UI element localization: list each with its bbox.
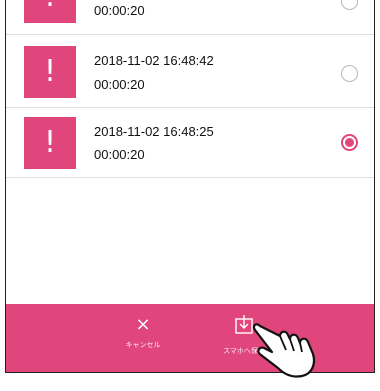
item-datetime: 2018-11-02 16:48:25	[94, 124, 214, 139]
item-duration: 00:00:20	[94, 77, 145, 92]
item-duration: 00:00:20	[94, 147, 145, 162]
select-radio[interactable]	[341, 0, 358, 10]
cancel-button[interactable]: × キャンセル	[111, 314, 175, 350]
list-item[interactable]: ! 2018-11-02 16:48:25 00:00:20	[6, 108, 374, 178]
alert-thumbnail-icon: !	[24, 117, 76, 169]
alert-thumbnail-icon: !	[24, 0, 76, 23]
select-radio[interactable]	[341, 65, 358, 82]
tap-hand-icon	[250, 318, 320, 391]
list-item[interactable]: ! 00:00:20	[6, 0, 374, 35]
item-duration: 00:00:20	[94, 3, 145, 18]
list-item[interactable]: ! 2018-11-02 16:48:42 00:00:20	[6, 36, 374, 108]
select-radio-selected[interactable]	[341, 134, 358, 151]
alert-thumbnail-icon: !	[24, 46, 76, 98]
close-icon: ×	[135, 314, 151, 335]
item-datetime: 2018-11-02 16:48:42	[94, 53, 214, 68]
cancel-label: キャンセル	[125, 341, 161, 349]
